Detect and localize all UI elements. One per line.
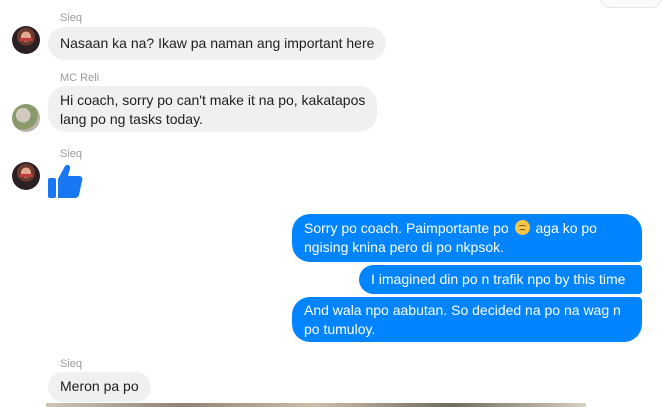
sender-name: Sieq [60,12,83,24]
message-text: Meron pa po [60,378,139,394]
thumbs-up-icon[interactable] [46,162,84,200]
message-text: Nasaan ka na? Ikaw pa naman ang importan… [60,35,375,51]
message-bubble-incoming[interactable]: Meron pa po [48,372,151,402]
message-text-line: ngising knina pero di po nkpsok. [304,239,505,255]
message-bubble-incoming[interactable]: Nasaan ka na? Ikaw pa naman ang importan… [48,27,387,60]
sender-name: Sieq [60,358,83,370]
avatar-mc-reli[interactable] [12,104,40,132]
message-text-line: And wala npo aabutan. So decided na po n… [304,302,621,318]
chat-thread: Sieq Nasaan ka na? Ikaw pa naman ang imp… [0,0,667,407]
sender-name: MC Reli [60,72,100,84]
message-text: Sorry po coach. Paimportante po [304,220,509,236]
message-text: aga ko po [535,220,597,236]
message-text: I imagined din po n trafik npo by this t… [371,271,626,287]
message-bubble-outgoing[interactable]: Sorry po coach. Paimportante po aga ko p… [292,214,642,262]
message-text-line: po tumuloy. [304,321,376,337]
avatar-sieq[interactable] [12,162,40,190]
message-text-line: lang po ng tasks today. [60,111,203,127]
sender-name: Sieq [60,148,83,160]
message-text-line: Hi coach, sorry po can't make it na po, … [60,92,366,108]
attached-image-preview[interactable] [46,403,586,407]
message-bubble-outgoing[interactable]: I imagined din po n trafik npo by this t… [359,265,642,294]
message-bubble-incoming[interactable]: Hi coach, sorry po can't make it na po, … [48,86,378,132]
disappointed-face-icon [514,220,530,235]
message-text-line: Sorry po coach. Paimportante po aga ko p… [304,219,630,238]
message-bubble-outgoing[interactable]: And wala npo aabutan. So decided na po n… [292,297,642,342]
scroll-hint [600,0,662,8]
avatar-sieq[interactable] [12,26,40,54]
